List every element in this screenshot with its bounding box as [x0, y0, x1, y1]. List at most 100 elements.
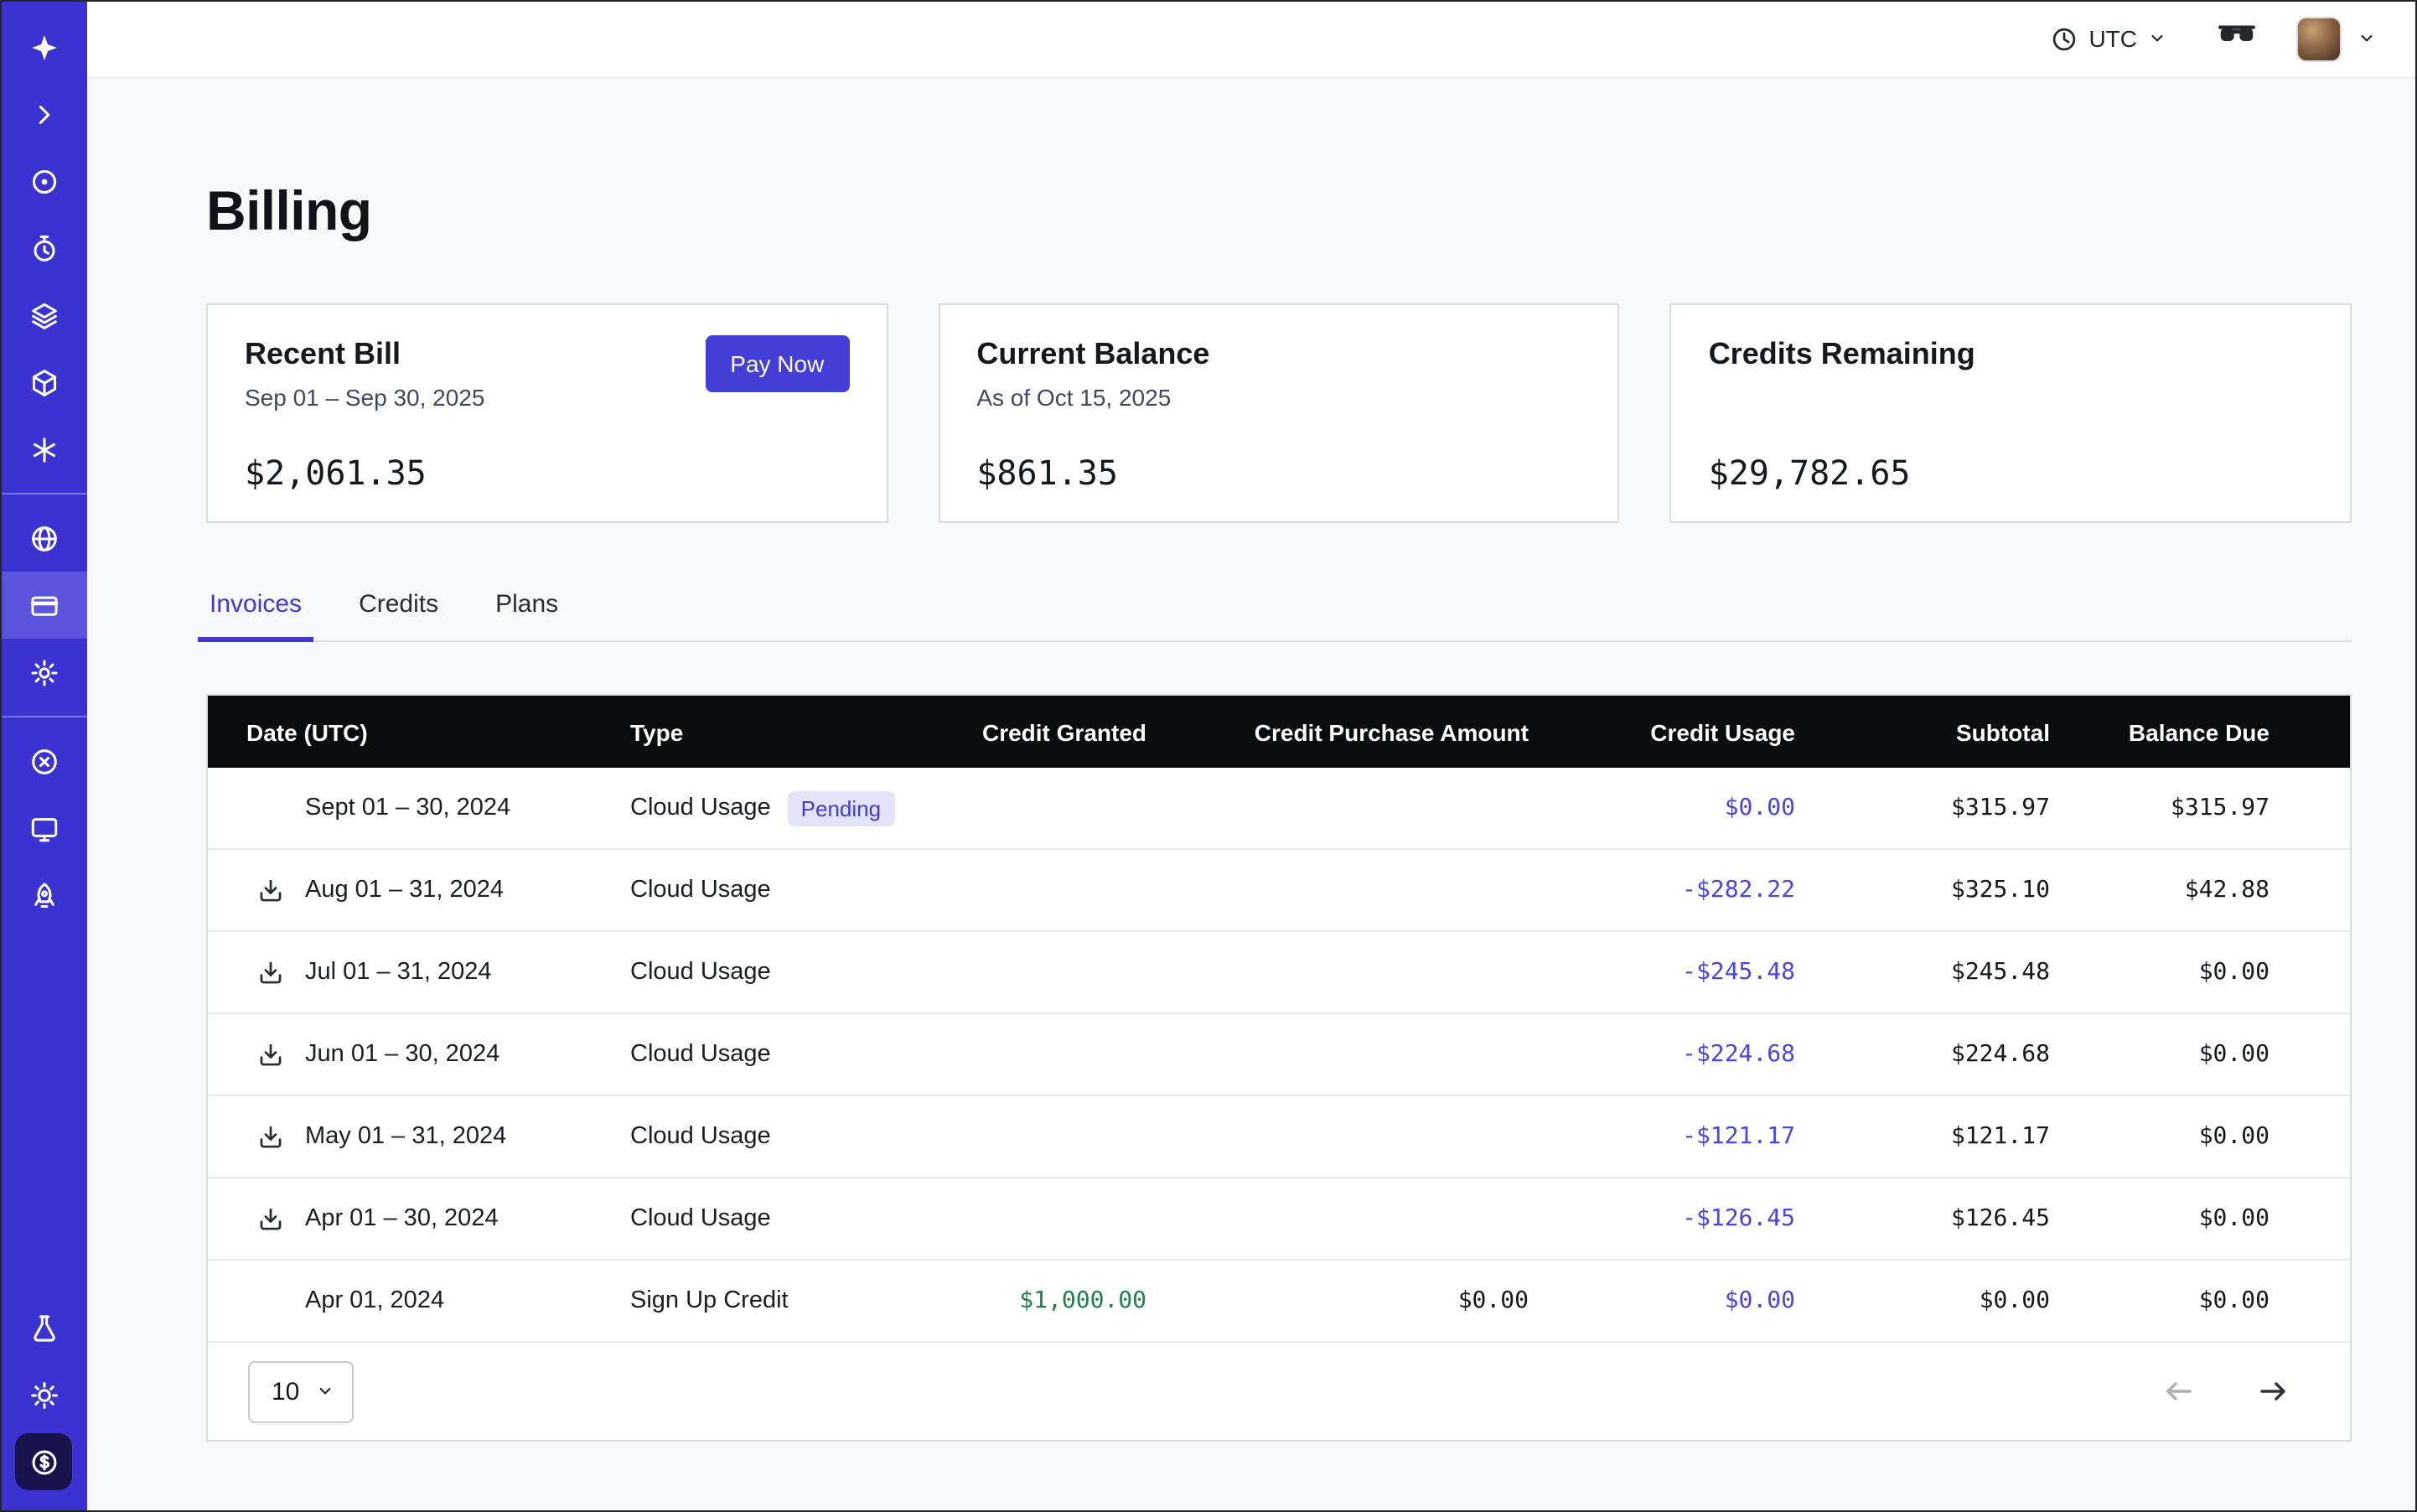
sidebar-item-sun[interactable] [0, 1361, 87, 1428]
flask-icon [28, 1312, 60, 1344]
sidebar-item-asterisk[interactable] [0, 416, 87, 483]
invoice-type-cell: Cloud Usage [630, 959, 895, 986]
sidebar-item-billing-card[interactable] [0, 572, 87, 639]
balance-due-value: $0.00 [2050, 1287, 2269, 1314]
subtotal-value: $126.45 [1795, 1205, 2050, 1232]
sidebar-divider [0, 716, 87, 717]
sidebar-item-layers[interactable] [0, 282, 87, 349]
download-icon [256, 1040, 284, 1069]
billing-tabs: Invoices Credits Plans [206, 590, 2352, 642]
sidebar-item-screen[interactable] [0, 795, 87, 862]
invoice-type: Cloud Usage [630, 1123, 771, 1150]
invoice-type: Sign Up Credit [630, 1287, 789, 1314]
col-credit-usage: Credit Usage [1529, 718, 1795, 745]
invoice-date-cell: Apr 01, 2024 [208, 1287, 630, 1314]
balance-due-value: $0.00 [2050, 959, 2269, 986]
col-credit-granted: Credit Granted [895, 718, 1146, 745]
timer-icon [28, 232, 60, 264]
invoice-type-cell: Cloud Usage [630, 877, 895, 904]
credit-usage-value: -$224.68 [1529, 1041, 1795, 1068]
invoice-type: Cloud Usage [630, 1041, 771, 1068]
tab-plans[interactable]: Plans [492, 590, 562, 640]
download-invoice-button[interactable] [253, 955, 287, 989]
invoice-type: Cloud Usage [630, 877, 771, 904]
timezone-selector[interactable]: UTC [2050, 24, 2167, 53]
logo-icon [28, 31, 60, 63]
invoice-type-cell: Sign Up Credit [630, 1287, 895, 1314]
page-size-select[interactable]: 10 [248, 1360, 353, 1422]
card-title: Current Balance [976, 337, 1581, 372]
credit-purchase-value: $0.00 [1146, 1287, 1529, 1314]
timezone-label: UTC [2088, 25, 2137, 52]
invoice-row: May 01 – 31, 2024Cloud Usage-$121.17$121… [208, 1096, 2350, 1178]
topbar: UTC [87, 0, 2417, 79]
download-icon [256, 1122, 284, 1151]
dollar-icon [28, 1446, 60, 1478]
invoice-type-cell: Cloud Usage [630, 1041, 895, 1068]
sidebar-item-dollar[interactable] [0, 1428, 87, 1495]
credit-granted-value: $1,000.00 [895, 1287, 1146, 1314]
subtotal-value: $325.10 [1795, 877, 2050, 904]
avatar [2296, 16, 2342, 61]
invoice-type: Cloud Usage [630, 959, 771, 986]
col-balance-due: Balance Due [2050, 718, 2269, 745]
col-credit-purchase-amount: Credit Purchase Amount [1146, 718, 1529, 745]
sidebar-item-logo[interactable] [0, 13, 87, 80]
pay-now-button[interactable]: Pay Now [705, 335, 849, 392]
invoice-row: Jul 01 – 31, 2024Cloud Usage-$245.48$245… [208, 932, 2350, 1014]
summary-cards: Recent Bill Sep 01 – Sep 30, 2025 $2,061… [206, 303, 2352, 523]
invoice-date-cell: Jun 01 – 30, 2024 [208, 1041, 630, 1068]
sidebar-item-flask[interactable] [0, 1294, 87, 1361]
balance-as-of: As of Oct 15, 2025 [976, 384, 1581, 411]
tab-credits[interactable]: Credits [355, 590, 442, 640]
page-title: Billing [206, 179, 2352, 243]
prev-page-button[interactable] [2162, 1375, 2196, 1408]
sidebar-item-globe[interactable] [0, 505, 87, 572]
invoice-type-cell: Cloud Usage [630, 1123, 895, 1150]
screen-icon [28, 812, 60, 844]
sun-icon [28, 1379, 60, 1411]
balance-due-value: $0.00 [2050, 1041, 2269, 1068]
asterisk-icon [28, 433, 60, 465]
download-invoice-button[interactable] [253, 1120, 287, 1153]
goggles-button[interactable] [2218, 20, 2256, 57]
globe-icon [28, 522, 60, 554]
account-menu[interactable] [2296, 16, 2377, 61]
invoice-date: Apr 01, 2024 [305, 1287, 444, 1314]
table-footer: 10 [208, 1343, 2350, 1440]
invoice-type-cell: Cloud Usage [630, 1205, 895, 1232]
dollar-badge [15, 1433, 72, 1490]
next-page-button[interactable] [2256, 1375, 2290, 1408]
download-invoice-button[interactable] [253, 1202, 287, 1235]
chevron-down-icon [2357, 28, 2377, 49]
col-type: Type [630, 718, 895, 745]
sidebar-item-support[interactable] [0, 728, 87, 795]
credits-remaining-amount: $29,782.65 [1709, 453, 1911, 493]
invoices-table: Date (UTC) Type Credit Granted Credit Pu… [206, 694, 2352, 1442]
app-window: UTC Billing Recent Bill Sep 01 – Sep 30,… [0, 0, 2417, 1512]
invoice-date-cell: Aug 01 – 31, 2024 [208, 877, 630, 904]
invoice-row: Jun 01 – 30, 2024Cloud Usage-$224.68$224… [208, 1014, 2350, 1096]
invoice-date-cell: Sept 01 – 30, 2024 [208, 795, 630, 821]
subtotal-value: $245.48 [1795, 959, 2050, 986]
sidebar-item-rocket[interactable] [0, 862, 87, 929]
sidebar-item-cube[interactable] [0, 349, 87, 416]
billing-card-icon [28, 589, 60, 621]
sidebar-nav [0, 0, 87, 1512]
sidebar-divider [0, 493, 87, 495]
sidebar-item-timer[interactable] [0, 215, 87, 282]
sidebar-item-expand[interactable] [0, 80, 87, 148]
balance-due-value: $0.00 [2050, 1205, 2269, 1232]
sidebar-item-gear[interactable] [0, 639, 87, 706]
download-invoice-button[interactable] [253, 1038, 287, 1071]
invoice-date: Jun 01 – 30, 2024 [305, 1041, 499, 1068]
chevron-down-icon [314, 1381, 334, 1401]
rocket-icon [28, 879, 60, 911]
tab-invoices[interactable]: Invoices [206, 590, 305, 640]
sidebar-item-target[interactable] [0, 148, 87, 215]
download-invoice-button[interactable] [253, 873, 287, 907]
recent-bill-amount: $2,061.35 [245, 453, 427, 493]
pagination [2162, 1375, 2290, 1408]
subtotal-value: $121.17 [1795, 1123, 2050, 1150]
download-icon [256, 958, 284, 986]
